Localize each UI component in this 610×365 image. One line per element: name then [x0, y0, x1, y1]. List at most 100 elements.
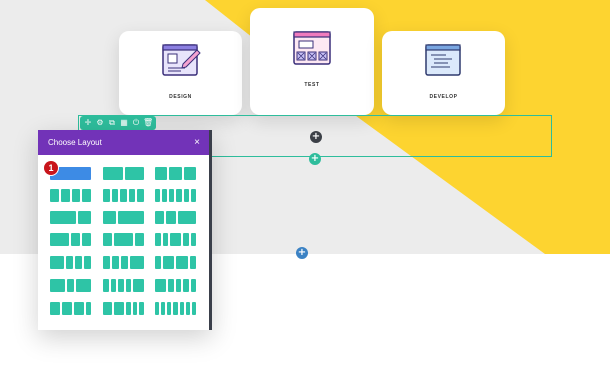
- column-block: [50, 189, 59, 202]
- layout-option[interactable]: [50, 279, 91, 292]
- column-block: [50, 211, 76, 224]
- test-card[interactable]: TEST: [250, 8, 374, 115]
- close-icon[interactable]: ×: [194, 130, 200, 155]
- develop-card[interactable]: DEVELOP: [382, 31, 505, 115]
- test-label: TEST: [304, 82, 320, 88]
- layout-option[interactable]: [103, 279, 144, 292]
- layout-option[interactable]: [155, 167, 196, 180]
- column-block: [183, 189, 189, 202]
- step-badge: 1: [44, 161, 58, 175]
- row-toolbar: ✛ ⚙ ⧉ ▦ ⏻ 🗑: [80, 116, 156, 130]
- column-block: [155, 211, 165, 224]
- column-block: [125, 302, 131, 315]
- column-block: [183, 167, 196, 180]
- column-block: [71, 189, 81, 202]
- column-block: [155, 167, 168, 180]
- columns-icon[interactable]: ▦: [119, 116, 129, 130]
- column-block: [134, 233, 144, 246]
- column-block: [76, 279, 91, 292]
- column-block: [82, 189, 91, 202]
- column-block: [161, 302, 166, 315]
- layout-option[interactable]: [103, 302, 144, 315]
- column-block: [170, 233, 181, 246]
- column-block: [183, 279, 189, 292]
- trash-icon[interactable]: 🗑: [143, 116, 153, 130]
- design-label: DESIGN: [169, 94, 192, 100]
- layout-option[interactable]: [50, 256, 91, 269]
- add-section-button[interactable]: +: [296, 247, 308, 259]
- layout-option[interactable]: [155, 211, 196, 224]
- layout-option[interactable]: [155, 256, 196, 269]
- move-icon[interactable]: ✛: [83, 116, 93, 130]
- layout-option[interactable]: [155, 302, 196, 315]
- layout-option[interactable]: [50, 302, 91, 315]
- layout-option[interactable]: [50, 189, 91, 202]
- layout-option[interactable]: [155, 189, 196, 202]
- column-block: [66, 279, 75, 292]
- design-card[interactable]: DESIGN: [119, 31, 242, 115]
- column-block: [168, 279, 174, 292]
- column-block: [190, 256, 196, 269]
- power-icon[interactable]: ⏻: [131, 116, 141, 130]
- column-block: [155, 279, 166, 292]
- column-block: [139, 302, 144, 315]
- column-block: [66, 256, 73, 269]
- column-block: [176, 256, 189, 269]
- column-block: [155, 189, 161, 202]
- layout-option[interactable]: [103, 233, 144, 246]
- design-icon: [162, 44, 201, 76]
- column-block: [60, 189, 70, 202]
- code-window-icon: [425, 44, 461, 76]
- layout-option[interactable]: [103, 211, 144, 224]
- column-block: [103, 256, 110, 269]
- column-block: [130, 256, 144, 269]
- column-block: [177, 211, 196, 224]
- column-block: [133, 279, 144, 292]
- column-block: [50, 302, 60, 315]
- layout-option[interactable]: [103, 167, 144, 180]
- add-module-button[interactable]: +: [310, 131, 322, 143]
- layout-option[interactable]: [50, 233, 91, 246]
- column-block: [137, 189, 144, 202]
- column-block: [121, 256, 128, 269]
- column-block: [162, 189, 168, 202]
- gear-icon[interactable]: ⚙: [95, 116, 105, 130]
- column-block: [103, 211, 116, 224]
- column-block: [114, 233, 133, 246]
- column-block: [155, 233, 161, 246]
- column-block: [125, 279, 131, 292]
- add-row-button[interactable]: +: [309, 153, 321, 165]
- develop-label: DEVELOP: [429, 94, 458, 100]
- layout-option[interactable]: [155, 279, 196, 292]
- column-block: [62, 302, 72, 315]
- column-block: [169, 167, 182, 180]
- column-block: [86, 302, 91, 315]
- column-block: [120, 189, 127, 202]
- layout-option[interactable]: [103, 256, 144, 269]
- choose-layout-modal: Choose Layout ×: [38, 130, 212, 330]
- duplicate-icon[interactable]: ⧉: [107, 116, 117, 130]
- column-block: [70, 233, 80, 246]
- column-block: [167, 302, 172, 315]
- column-block: [155, 256, 161, 269]
- layout-option[interactable]: [103, 189, 144, 202]
- column-block: [190, 233, 196, 246]
- layout-option[interactable]: [155, 233, 196, 246]
- test-icon: [293, 31, 331, 65]
- column-block: [111, 189, 119, 202]
- column-block: [118, 211, 144, 224]
- column-block: [155, 302, 160, 315]
- column-block: [185, 302, 190, 315]
- column-block: [112, 256, 119, 269]
- column-block: [50, 279, 65, 292]
- column-block: [190, 189, 196, 202]
- column-block: [50, 233, 69, 246]
- column-block: [169, 189, 175, 202]
- column-block: [78, 211, 91, 224]
- column-block: [124, 167, 144, 180]
- column-block: [103, 189, 110, 202]
- column-block: [84, 256, 91, 269]
- layout-option[interactable]: [50, 211, 91, 224]
- column-block: [103, 279, 109, 292]
- column-block: [183, 233, 189, 246]
